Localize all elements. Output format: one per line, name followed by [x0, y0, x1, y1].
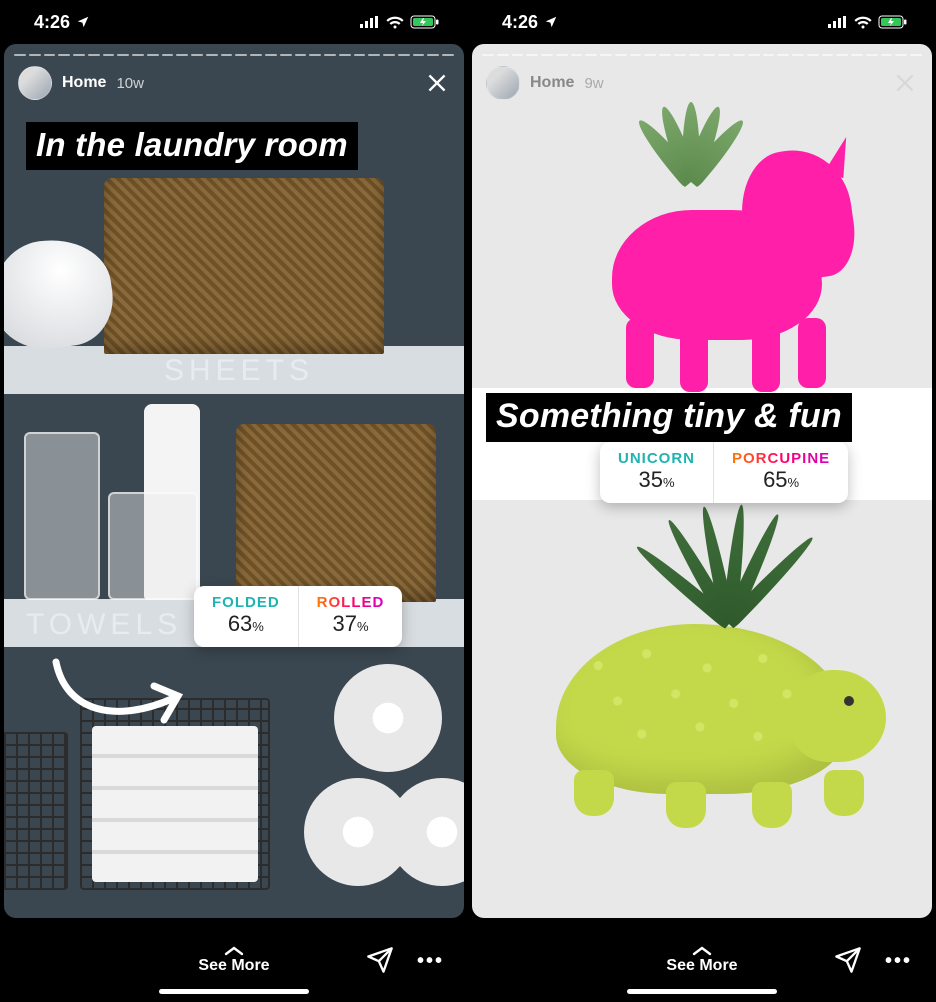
avatar[interactable]: [18, 66, 52, 100]
status-icons: [828, 15, 908, 29]
shelf-label-towels: TOWELS: [26, 608, 182, 642]
story-caption: In the laundry room: [26, 122, 358, 170]
story-caption: Something tiny & fun: [486, 393, 852, 442]
rolled-towel: [388, 778, 464, 886]
story-viewport[interactable]: Home 10w SHEETS TOWELS In the laundry ro…: [4, 44, 464, 918]
location-icon: [544, 15, 558, 29]
wicker-basket: [236, 424, 436, 602]
chevron-up-icon: [223, 945, 245, 957]
story-header: Home 9w: [486, 66, 918, 100]
wifi-icon: [386, 16, 404, 29]
poll-pct: %: [663, 475, 675, 490]
story-progress: [14, 54, 454, 56]
status-icons: [360, 15, 440, 29]
story-progress: [482, 54, 922, 56]
wifi-icon: [854, 16, 872, 29]
folded-towels: [92, 726, 258, 882]
battery-icon: [410, 15, 440, 29]
poll-option-right[interactable]: PORCUPINE 65%: [714, 442, 848, 503]
story-viewport[interactable]: Home 9w: [472, 44, 932, 918]
cellular-icon: [360, 16, 380, 28]
more-icon[interactable]: •••: [417, 950, 444, 973]
poll-pct: %: [357, 619, 369, 634]
close-icon[interactable]: [892, 70, 918, 96]
wire-basket: [4, 732, 68, 890]
status-bar: 4:26: [0, 0, 468, 44]
phone-left: 4:26 Home 10w: [0, 0, 468, 1002]
chevron-up-icon: [691, 945, 713, 957]
poll-value: 65: [763, 467, 787, 492]
poll-sticker[interactable]: UNICORN 35% PORCUPINE 65%: [600, 442, 848, 503]
more-icon[interactable]: •••: [885, 950, 912, 973]
poll-pct: %: [252, 619, 264, 634]
shelf-label-sheets: SHEETS: [164, 354, 314, 388]
send-icon[interactable]: [834, 946, 862, 974]
cellular-icon: [828, 16, 848, 28]
wicker-basket: [104, 178, 384, 354]
poll-label: UNICORN: [618, 450, 695, 467]
poll-value: 35: [638, 467, 662, 492]
poll-value: 63: [228, 611, 252, 636]
poll-value: 37: [332, 611, 356, 636]
glass-jar: [24, 432, 100, 600]
story-username[interactable]: Home: [530, 74, 574, 92]
close-icon[interactable]: [424, 70, 450, 96]
story-header: Home 10w: [18, 66, 450, 100]
poll-sticker[interactable]: FOLDED 63% ROLLED 37%: [194, 586, 402, 647]
see-more-button[interactable]: See More: [666, 945, 737, 975]
poll-label: ROLLED: [317, 594, 385, 611]
story-age: 9w: [584, 75, 603, 92]
arrow-icon: [46, 652, 196, 742]
status-time: 4:26: [502, 12, 538, 33]
story-bottom-bar: See More •••: [0, 918, 468, 1002]
story-bottom-bar: See More •••: [468, 918, 936, 1002]
status-bar: 4:26: [468, 0, 936, 44]
glass-jar: [108, 492, 198, 600]
poll-option-left[interactable]: FOLDED 63%: [194, 586, 298, 647]
poll-option-left[interactable]: UNICORN 35%: [600, 442, 713, 503]
story-username[interactable]: Home: [62, 74, 106, 92]
home-indicator[interactable]: [627, 989, 777, 994]
status-time: 4:26: [34, 12, 70, 33]
see-more-label: See More: [666, 957, 737, 975]
story-age: 10w: [116, 75, 144, 92]
see-more-button[interactable]: See More: [198, 945, 269, 975]
rolled-towel: [334, 664, 442, 772]
avatar[interactable]: [486, 66, 520, 100]
unicorn-planter: [582, 140, 872, 390]
poll-option-right[interactable]: ROLLED 37%: [299, 586, 403, 647]
poll-label: PORCUPINE: [732, 450, 830, 467]
location-icon: [76, 15, 90, 29]
send-icon[interactable]: [366, 946, 394, 974]
battery-icon: [878, 15, 908, 29]
poll-label: FOLDED: [212, 594, 280, 611]
phone-right: 4:26 Home 9w: [468, 0, 936, 1002]
poll-pct: %: [788, 475, 800, 490]
clothes-iron: [4, 232, 119, 356]
home-indicator[interactable]: [159, 989, 309, 994]
see-more-label: See More: [198, 957, 269, 975]
